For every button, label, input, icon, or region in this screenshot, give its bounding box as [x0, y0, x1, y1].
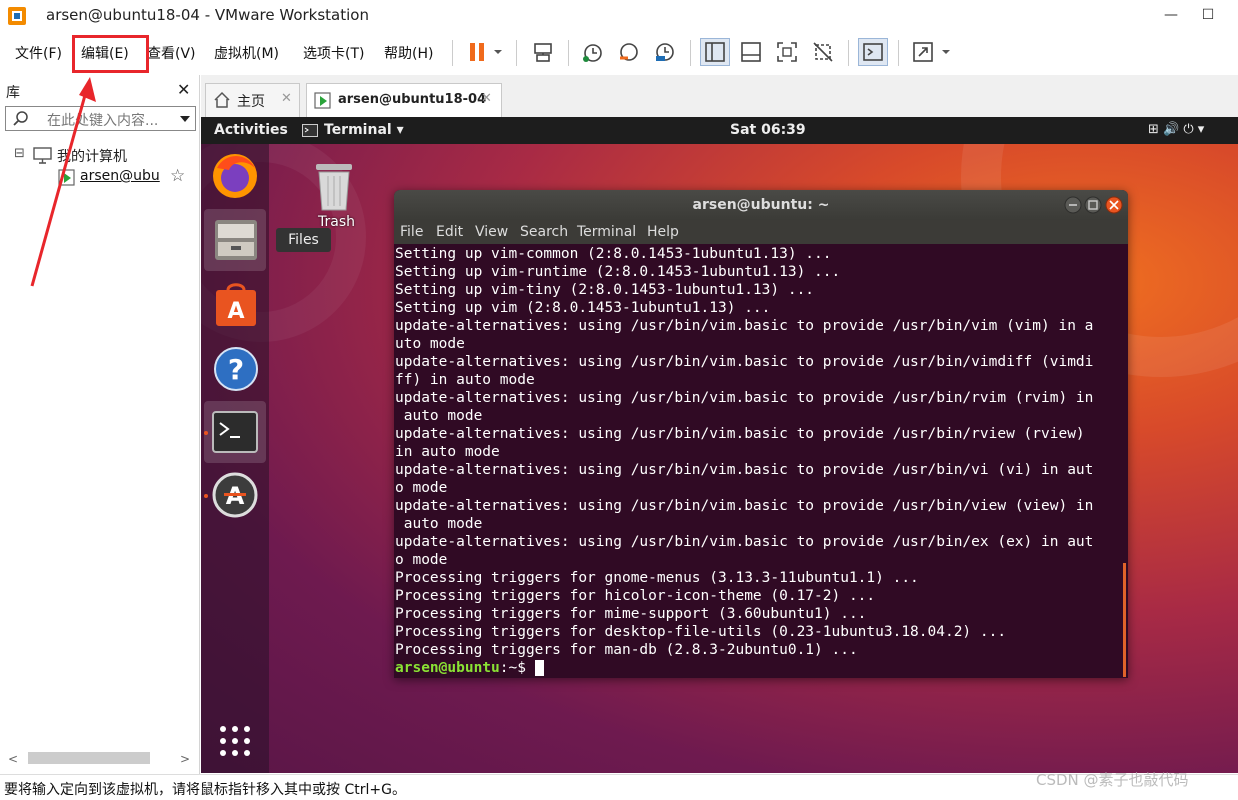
- toolbar-separator: [690, 40, 691, 66]
- terminal-line: Setting up vim-runtime (2:8.0.1453-1ubun…: [395, 264, 841, 280]
- terminal-cursor: [534, 660, 544, 676]
- running-indicator: [204, 494, 208, 498]
- activities-button[interactable]: Activities: [214, 122, 288, 138]
- toolbar-separator: [848, 40, 849, 66]
- tab-home-label: 主页: [237, 94, 265, 110]
- terminal-menu-search[interactable]: Search: [520, 224, 568, 240]
- terminal-output[interactable]: Setting up vim-common (2:8.0.1453-1ubunt…: [395, 245, 1120, 677]
- menu-view[interactable]: 查看(V): [147, 43, 196, 63]
- window-title: arsen@ubuntu18-04 - VMware Workstation: [46, 6, 369, 24]
- snapshot-icon[interactable]: [578, 38, 608, 66]
- terminal-window-controls[interactable]: [1064, 196, 1124, 214]
- home-icon: [214, 91, 230, 108]
- scrollbar-thumb[interactable]: [28, 752, 150, 764]
- terminal-app-icon: [302, 124, 318, 137]
- terminal-line: Setting up vim (2:8.0.1453-1ubuntu1.13) …: [395, 300, 771, 316]
- help-icon[interactable]: ?: [213, 346, 259, 396]
- terminal-line: update-alternatives: using /usr/bin/vim.…: [395, 534, 1094, 550]
- annotation-arrow: [30, 77, 96, 287]
- prompt-path: :~$: [499, 660, 535, 676]
- toolbar-separator: [898, 40, 899, 66]
- terminal-line: Processing triggers for mime-support (3.…: [395, 606, 867, 622]
- terminal-line: Setting up vim-tiny (2:8.0.1453-1ubuntu1…: [395, 282, 815, 298]
- full-screen-icon[interactable]: [772, 38, 802, 66]
- terminal-line: update-alternatives: using /usr/bin/vim.…: [395, 462, 1094, 478]
- thumbnail-bar-icon[interactable]: [736, 38, 766, 66]
- revert-snapshot-icon[interactable]: [614, 38, 644, 66]
- show-library-icon[interactable]: [700, 38, 730, 66]
- terminal-line: Processing triggers for desktop-file-uti…: [395, 624, 1007, 640]
- terminal-line: Processing triggers for gnome-menus (3.1…: [395, 570, 919, 586]
- terminal-icon[interactable]: [212, 411, 258, 457]
- prompt-user: arsen@ubuntu: [395, 660, 500, 676]
- toolbar-separator: [568, 40, 569, 66]
- tab-close-icon[interactable]: ✕: [481, 91, 492, 106]
- terminal-menu-file[interactable]: File: [400, 224, 423, 240]
- status-message: 要将输入定向到该虚拟机，请将鼠标指针移入其中或按 Ctrl+G。: [4, 782, 406, 798]
- terminal-menu-help[interactable]: Help: [647, 224, 679, 240]
- watermark: CSDN @素子也敲代码: [1036, 771, 1189, 789]
- terminal-line: o mode: [395, 552, 448, 568]
- close-window-button[interactable]: [1226, 0, 1238, 32]
- tab-close-icon[interactable]: ✕: [281, 91, 292, 106]
- console-view-icon[interactable]: [858, 38, 888, 66]
- terminal-line: auto mode: [395, 408, 483, 424]
- system-tray[interactable]: ⊞ 🔊 ⏻ ▾: [1148, 122, 1204, 137]
- software-center-icon[interactable]: A: [212, 282, 260, 332]
- terminal-scrollbar[interactable]: [1123, 563, 1126, 677]
- files-icon[interactable]: [212, 216, 260, 268]
- terminal-line: update-alternatives: using /usr/bin/vim.…: [395, 354, 1094, 370]
- clock[interactable]: Sat 06:39: [730, 122, 806, 138]
- terminal-menu-terminal[interactable]: Terminal: [577, 224, 636, 240]
- terminal-line: update-alternatives: using /usr/bin/vim.…: [395, 318, 1094, 334]
- send-ctrl-alt-del-icon[interactable]: [528, 38, 558, 66]
- vmware-logo-icon: [8, 7, 26, 25]
- terminal-line: auto mode: [395, 516, 483, 532]
- terminal-prompt[interactable]: arsen@ubuntu:~$: [395, 659, 1120, 677]
- show-applications-icon[interactable]: [218, 724, 252, 762]
- favorite-star-icon[interactable]: ☆: [170, 166, 185, 186]
- svg-text:?: ?: [228, 353, 244, 386]
- toolbar-separator: [452, 40, 453, 66]
- menu-help[interactable]: 帮助(H): [384, 43, 433, 63]
- terminal-line: in auto mode: [395, 444, 500, 460]
- menu-tabs[interactable]: 选项卡(T): [303, 43, 364, 63]
- terminal-line: ff) in auto mode: [395, 372, 535, 388]
- scroll-left-icon[interactable]: <: [8, 752, 18, 766]
- terminal-line: o mode: [395, 480, 448, 496]
- menu-vm[interactable]: 虚拟机(M): [214, 43, 279, 63]
- software-updater-icon[interactable]: A: [212, 472, 258, 522]
- terminal-line: Processing triggers for man-db (2.8.3-2u…: [395, 642, 858, 658]
- app-menu-terminal[interactable]: Terminal ▾: [324, 122, 404, 138]
- maximize-button[interactable]: ☐: [1188, 0, 1228, 32]
- chevron-down-icon[interactable]: [488, 38, 508, 66]
- terminal-line: update-alternatives: using /usr/bin/vim.…: [395, 390, 1094, 406]
- terminal-line: Setting up vim-common (2:8.0.1453-1ubunt…: [395, 246, 832, 262]
- terminal-line: Processing triggers for hicolor-icon-the…: [395, 588, 876, 604]
- terminal-title: arsen@ubuntu: ~: [692, 197, 830, 213]
- library-close-button[interactable]: ✕: [177, 80, 190, 99]
- trash-label: Trash: [318, 214, 355, 230]
- terminal-menu-edit[interactable]: Edit: [436, 224, 463, 240]
- terminal-line: update-alternatives: using /usr/bin/vim.…: [395, 426, 1085, 442]
- toolbar-separator: [516, 40, 517, 66]
- snapshot-manager-icon[interactable]: [650, 38, 680, 66]
- stretch-guest-icon[interactable]: [908, 38, 938, 66]
- firefox-icon[interactable]: [207, 146, 263, 206]
- running-indicator: [204, 431, 208, 435]
- scroll-right-icon[interactable]: >: [180, 752, 190, 766]
- terminal-menu-view[interactable]: View: [475, 224, 508, 240]
- tab-vm-label: arsen@ubuntu18-04: [338, 92, 487, 107]
- library-horizontal-scrollbar[interactable]: < >: [8, 748, 194, 768]
- terminal-line: update-alternatives: using /usr/bin/vim.…: [395, 498, 1094, 514]
- vm-running-icon: [314, 92, 331, 109]
- svg-text:A: A: [227, 299, 244, 324]
- trash-icon[interactable]: [312, 160, 356, 216]
- terminal-line: uto mode: [395, 336, 465, 352]
- unity-mode-icon[interactable]: [808, 38, 838, 66]
- chevron-down-icon[interactable]: [936, 38, 956, 66]
- chevron-down-icon[interactable]: [179, 114, 191, 124]
- files-tooltip: Files: [276, 228, 331, 252]
